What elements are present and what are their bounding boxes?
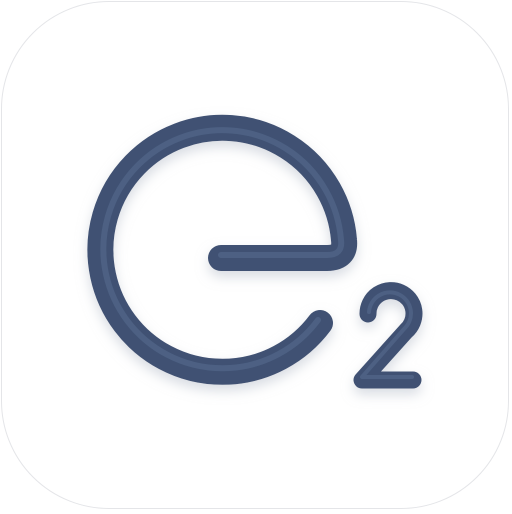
logo-glyph-group xyxy=(87,114,423,389)
app-icon-tile[interactable] xyxy=(1,1,509,509)
e2-logo-icon xyxy=(87,114,423,389)
